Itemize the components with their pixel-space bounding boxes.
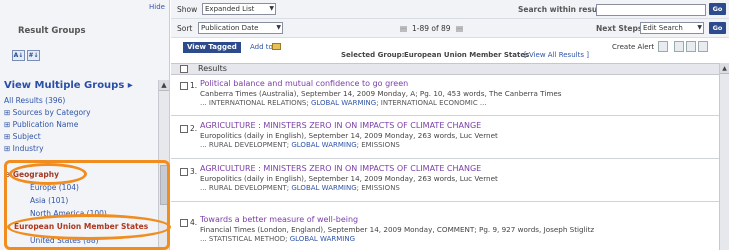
page-prev-icon[interactable]: ▤ [400, 24, 407, 33]
sidebar-item-asia[interactable]: Asia (101) [30, 196, 68, 205]
kw-suffix: ; EMISSIONS [356, 184, 400, 192]
view-multiple-groups-link[interactable]: View Multiple Groups ▸ [4, 80, 133, 91]
next-steps-go-button[interactable]: Go [709, 22, 726, 34]
result-number: 1. [190, 81, 198, 90]
select-all-checkbox[interactable] [180, 65, 188, 73]
result-checkbox[interactable] [180, 125, 188, 133]
kw-prefix: ... INTERNATIONAL RELATIONS; [200, 99, 311, 107]
view-all-results-link[interactable]: [ View All Results ] [524, 51, 589, 59]
results-header-label: Results [198, 64, 227, 73]
sort-alpha-icon[interactable]: A↓ [12, 50, 25, 61]
kw-link[interactable]: GLOBAL WARMING [291, 184, 356, 192]
result-row-3: 3. AGRICULTURE : MINISTERS ZERO IN ON IM… [171, 160, 719, 202]
page-next-icon[interactable]: ▤ [456, 24, 463, 33]
result-groups-sidebar: Hide Result Groups A↓ #↓ View Multiple G… [0, 0, 170, 250]
kw-prefix: ... STATISTICAL METHOD; [200, 235, 290, 243]
search-within-input[interactable] [596, 4, 706, 16]
result-title-link[interactable]: AGRICULTURE : MINISTERS ZERO IN ON IMPAC… [200, 121, 481, 130]
sort-count-icon[interactable]: #↓ [27, 50, 40, 61]
search-within-go-button[interactable]: Go [709, 3, 726, 15]
show-select[interactable]: Expanded List ▼ [202, 3, 276, 15]
create-alert-link[interactable]: Create Alert [612, 43, 654, 51]
results-scrollbar[interactable]: ▲ [719, 63, 729, 250]
scroll-up-arrow-icon[interactable]: ▲ [159, 80, 169, 91]
add-to-folder-link[interactable]: Add to [250, 43, 273, 51]
result-number: 3. [190, 167, 198, 176]
sidebar-item-united-states[interactable]: United States (88) [30, 236, 99, 245]
chevron-down-icon: ▼ [269, 5, 274, 12]
result-row-2: 2. AGRICULTURE : MINISTERS ZERO IN ON IM… [171, 117, 719, 159]
chevron-down-icon: ▼ [697, 24, 702, 31]
show-label: Show [177, 5, 198, 14]
result-number: 2. [190, 124, 198, 133]
sort-select-value: Publication Date [201, 24, 259, 32]
result-checkbox[interactable] [180, 219, 188, 227]
sidebar-item-industry[interactable]: ⊞ Industry [4, 144, 44, 153]
result-checkbox[interactable] [180, 168, 188, 176]
result-checkbox[interactable] [180, 82, 188, 90]
selected-group-value: European Union Member States [404, 51, 530, 59]
pagination-range: 1-89 of 89 [412, 24, 451, 33]
result-groups-title: Result Groups [18, 26, 86, 36]
result-meta: Canberra Times (Australia), September 14… [200, 89, 562, 98]
show-select-value: Expanded List [205, 5, 255, 13]
result-row-4: 4. Towards a better measure of well-bein… [171, 203, 719, 250]
folder-icon[interactable] [272, 43, 281, 50]
result-keywords: ... INTERNATIONAL RELATIONS; GLOBAL WARM… [200, 99, 487, 107]
sidebar-item-subject[interactable]: ⊞ Subject [4, 132, 41, 141]
kw-prefix: ... RURAL DEVELOPMENT; [200, 141, 292, 149]
result-row-1: 1. Political balance and mutual confiden… [171, 76, 719, 116]
result-keywords: ... STATISTICAL METHOD; GLOBAL WARMING [200, 235, 355, 243]
search-within-label: Search within results [518, 5, 608, 14]
results-panel: Show Expanded List ▼ Search within resul… [171, 0, 729, 250]
toolbar-row-show: Show Expanded List ▼ Search within resul… [171, 0, 729, 19]
hide-sidebar-link[interactable]: Hide [149, 3, 165, 11]
sidebar-item-europe[interactable]: Europe (104) [30, 183, 79, 192]
sidebar-item-geography[interactable]: ⊖ Geography [4, 170, 59, 179]
toolbar-row-sort: Sort Publication Date ▼ ▤ 1-89 of 89 ▤ N… [171, 19, 729, 38]
sidebar-item-sources-by-category[interactable]: ⊞ Sources by Category [4, 108, 91, 117]
results-header [171, 63, 719, 75]
sidebar-scroll-thumb[interactable] [160, 165, 168, 205]
kw-suffix: ; EMISSIONS [356, 141, 400, 149]
sidebar-scrollbar[interactable]: ▲ [158, 80, 169, 250]
next-steps-select[interactable]: Edit Search ▼ [640, 22, 704, 34]
scroll-up-arrow-icon[interactable]: ▲ [720, 63, 729, 74]
result-meta: Financial Times (London, England), Septe… [200, 225, 595, 234]
next-steps-label: Next Steps [596, 24, 643, 33]
result-keywords: ... RURAL DEVELOPMENT; GLOBAL WARMING; E… [200, 184, 400, 192]
result-keywords: ... RURAL DEVELOPMENT; GLOBAL WARMING; E… [200, 141, 400, 149]
result-meta: Europolitics (daily in English), Septemb… [200, 174, 498, 183]
sidebar-item-eu-member-states[interactable]: European Union Member States [14, 222, 148, 231]
kw-link[interactable]: GLOBAL WARMING [291, 141, 356, 149]
sidebar-item-all-results[interactable]: All Results (396) [4, 96, 65, 105]
sidebar-item-north-america[interactable]: North America (100) [30, 209, 107, 218]
next-steps-select-value: Edit Search [643, 24, 683, 32]
result-number: 4. [190, 218, 198, 227]
result-title-link[interactable]: AGRICULTURE : MINISTERS ZERO IN ON IMPAC… [200, 164, 481, 173]
kw-link[interactable]: GLOBAL WARMING [311, 99, 376, 107]
result-meta: Europolitics (daily in English), Septemb… [200, 131, 498, 140]
sidebar-item-publication-name[interactable]: ⊞ Publication Name [4, 120, 78, 129]
sort-label: Sort [177, 24, 193, 33]
selected-group-prefix: Selected Group: [341, 51, 405, 59]
kw-prefix: ... RURAL DEVELOPMENT; [200, 184, 292, 192]
result-title-link[interactable]: Political balance and mutual confidence … [200, 79, 408, 88]
chevron-down-icon: ▼ [276, 24, 281, 31]
kw-suffix: ; INTERNATIONAL ECONOMIC ... [376, 99, 487, 107]
kw-link[interactable]: GLOBAL WARMING [290, 235, 355, 243]
result-title-link[interactable]: Towards a better measure of well-being [200, 215, 358, 224]
sort-select[interactable]: Publication Date ▼ [198, 22, 283, 34]
selected-group-row: Selected Group: European Union Member St… [171, 51, 729, 61]
